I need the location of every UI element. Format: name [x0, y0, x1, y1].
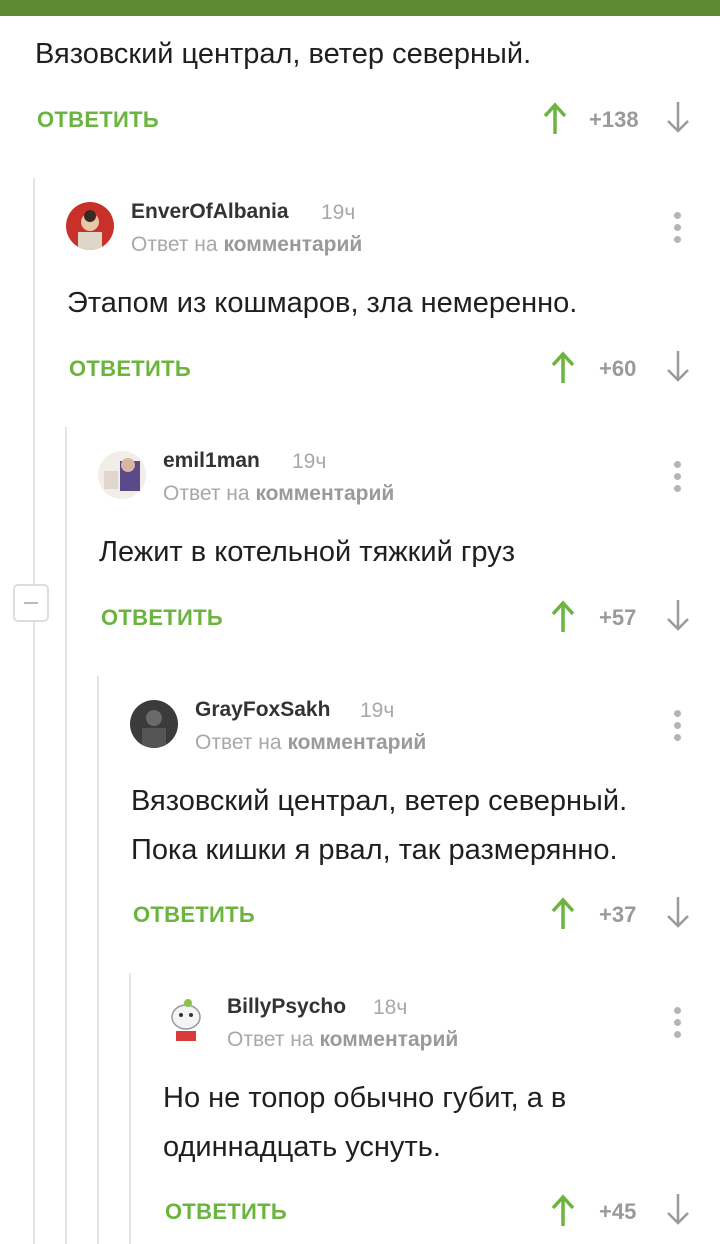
thread-line	[33, 178, 35, 1244]
thread-line	[97, 676, 99, 1244]
comment-text: Вязовский централ, ветер северный.	[131, 785, 628, 817]
downvote-arrow-icon[interactable]	[665, 350, 691, 384]
thread-line	[65, 427, 67, 1244]
collapse-thread-icon[interactable]	[13, 584, 49, 622]
comment-text: Вязовский централ, ветер северный.	[35, 38, 532, 70]
upvote-arrow-icon[interactable]	[550, 1193, 576, 1227]
comment-time: 19ч	[292, 450, 327, 473]
downvote-arrow-icon[interactable]	[665, 599, 691, 633]
more-options-icon[interactable]	[673, 1007, 683, 1039]
thread-line	[129, 973, 131, 1244]
reply-to-link[interactable]: комментарий	[287, 731, 426, 754]
downvote-arrow-icon[interactable]	[665, 1193, 691, 1227]
avatar[interactable]	[162, 997, 210, 1045]
reply-to-link[interactable]: комментарий	[255, 482, 394, 505]
comment-text: Пока кишки я рвал, так размерянно.	[131, 834, 618, 866]
avatar[interactable]	[98, 451, 146, 499]
reply-button[interactable]: ОТВЕТИТЬ	[165, 1199, 287, 1225]
upvote-arrow-icon[interactable]	[550, 350, 576, 384]
reply-to-line: Ответ на комментарий	[195, 731, 427, 754]
comment-text: Этапом из кошмаров, зла немеренно.	[67, 287, 578, 319]
score: +57	[599, 605, 637, 630]
score: +45	[599, 1199, 637, 1224]
reply-button[interactable]: ОТВЕТИТЬ	[37, 107, 159, 133]
reply-button[interactable]: ОТВЕТИТЬ	[101, 605, 223, 631]
reply-button[interactable]: ОТВЕТИТЬ	[69, 356, 191, 382]
reply-to-link[interactable]: комментарий	[319, 1028, 458, 1051]
more-options-icon[interactable]	[673, 710, 683, 742]
comment-author[interactable]: GrayFoxSakh	[195, 698, 330, 722]
comment-text: одиннадцать уснуть.	[163, 1131, 441, 1163]
upvote-arrow-icon[interactable]	[550, 599, 576, 633]
more-options-icon[interactable]	[673, 212, 683, 244]
avatar[interactable]	[66, 202, 114, 250]
reply-to-link[interactable]: комментарий	[223, 233, 362, 256]
status-bar	[0, 0, 720, 16]
comment-time: 18ч	[373, 996, 408, 1019]
comment-author[interactable]: BillyPsycho	[227, 995, 346, 1019]
score: +60	[599, 356, 637, 381]
score: +37	[599, 902, 637, 927]
upvote-arrow-icon[interactable]	[542, 101, 568, 135]
downvote-arrow-icon[interactable]	[665, 101, 691, 135]
more-options-icon[interactable]	[673, 461, 683, 493]
comment-text: Но не топор обычно губит, а в	[163, 1082, 567, 1114]
score: +138	[589, 107, 639, 132]
avatar[interactable]	[130, 700, 178, 748]
comment-time: 19ч	[321, 201, 356, 224]
comment-text: Лежит в котельной тяжкий груз	[99, 536, 515, 568]
upvote-arrow-icon[interactable]	[550, 896, 576, 930]
comment-author[interactable]: emil1man	[163, 449, 260, 473]
reply-to-line: Ответ на комментарий	[131, 233, 363, 256]
reply-button[interactable]: ОТВЕТИТЬ	[133, 902, 255, 928]
comment-author[interactable]: EnverOfAlbania	[131, 200, 289, 224]
comment-time: 19ч	[360, 699, 395, 722]
downvote-arrow-icon[interactable]	[665, 896, 691, 930]
reply-to-line: Ответ на комментарий	[227, 1028, 459, 1051]
reply-to-line: Ответ на комментарий	[163, 482, 395, 505]
